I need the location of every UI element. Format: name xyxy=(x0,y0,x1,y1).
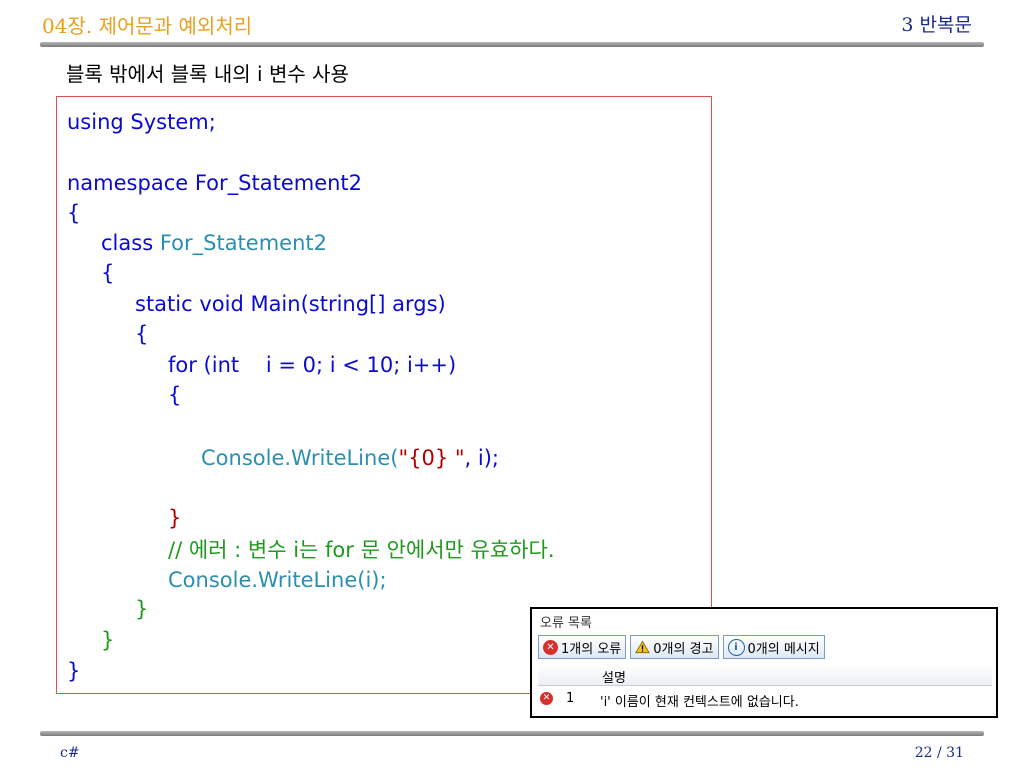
code-line: Console.WriteLine("{0} ", i); xyxy=(201,446,499,470)
warnings-filter-label: 0개의 경고 xyxy=(653,641,714,657)
args: , i); xyxy=(464,446,499,470)
code-line: { xyxy=(67,201,81,225)
error-list-panel: 오류 목록 ✕ 1개의 오류 0개의 경고 i 0개의 메시지 설명 ✕ 1 '… xyxy=(530,607,998,718)
class-name: For_Statement2 xyxy=(159,231,327,255)
footer-course: c# xyxy=(60,745,80,761)
method-call: Console.WriteLine( xyxy=(201,446,399,470)
page-number: 22 / 31 xyxy=(914,745,964,761)
code-line: Console.WriteLine(i); xyxy=(168,568,387,592)
code-line: } xyxy=(67,659,81,683)
top-rule xyxy=(40,42,984,47)
code-line: using System; xyxy=(67,110,216,134)
keyword-class: class xyxy=(101,231,160,255)
messages-filter-label: 0개의 메시지 xyxy=(747,641,820,657)
error-list-title: 오류 목록 xyxy=(540,616,592,631)
error-row-number: 1 xyxy=(566,691,575,706)
column-description[interactable]: 설명 xyxy=(602,667,626,686)
code-line: { xyxy=(101,261,115,285)
messages-filter-button[interactable]: i 0개의 메시지 xyxy=(722,635,825,659)
error-row[interactable]: ✕ 1 'i' 이름이 현재 컨텍스트에 없습니다. xyxy=(538,689,992,710)
string-literal: "{0} " xyxy=(398,446,465,470)
warnings-filter-button[interactable]: 0개의 경고 xyxy=(630,635,719,659)
code-line: namespace For_Statement2 xyxy=(67,171,363,195)
code-line: } xyxy=(135,597,149,621)
info-circle-icon: i xyxy=(727,638,745,656)
code-line: { xyxy=(135,322,149,346)
code-line: } xyxy=(101,628,115,652)
error-list-toolbar: ✕ 1개의 오류 0개의 경고 i 0개의 메시지 xyxy=(538,635,825,659)
code-line: for (int i = 0; i < 10; i++) xyxy=(168,353,457,377)
error-circle-icon: ✕ xyxy=(543,639,558,655)
code-comment: // 에러 : 변수 i는 for 문 안에서만 유효하다. xyxy=(168,538,555,562)
errors-filter-label: 1개의 오류 xyxy=(561,641,622,657)
code-line: static void Main(string[] args) xyxy=(135,292,446,316)
code-line: { xyxy=(168,383,182,407)
error-list-header: 설명 xyxy=(538,665,992,686)
code-line: class For_Statement2 xyxy=(101,231,327,255)
code-box: using System; namespace For_Statement2 {… xyxy=(56,96,712,694)
bottom-rule xyxy=(40,731,984,736)
section-title: 3 반복문 xyxy=(901,14,972,36)
errors-filter-button[interactable]: ✕ 1개의 오류 xyxy=(538,635,627,659)
error-circle-icon: ✕ xyxy=(540,692,553,705)
chapter-title: 04장. 제어문과 예외처리 xyxy=(42,14,253,38)
slide-subtitle: 블록 밖에서 블록 내의 i 변수 사용 xyxy=(66,62,349,86)
warning-triangle-icon xyxy=(635,640,651,655)
error-row-description: 'i' 이름이 현재 컨텍스트에 없습니다. xyxy=(600,695,799,710)
code-line: } xyxy=(168,506,182,530)
